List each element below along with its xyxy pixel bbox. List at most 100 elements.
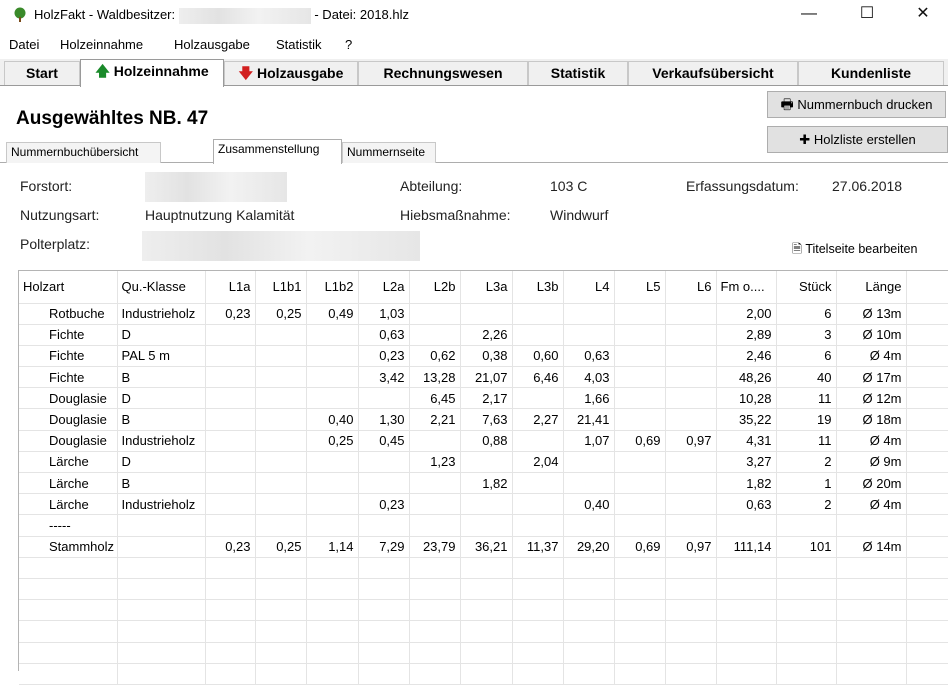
table-cell: 3 (776, 324, 837, 346)
table-cell: 0,62 (409, 345, 461, 368)
minimize-button[interactable]: — (786, 0, 832, 30)
abteilung-label: Abteilung: (400, 178, 463, 194)
table-row[interactable]: Douglasie Industrieholz 0,25 0,45 0,88 1,07 0,… (19, 430, 948, 452)
table-row[interactable] (19, 557, 948, 579)
table-cell: 3,27 (716, 451, 777, 474)
col-stueck[interactable]: Stück (776, 271, 837, 304)
table-cell (409, 472, 461, 495)
redacted-polterplatz (142, 231, 420, 261)
table-row[interactable] (19, 578, 948, 601)
table-cell (306, 620, 359, 643)
table-cell: 29,20 (563, 536, 615, 558)
table-cell (205, 557, 256, 579)
table-cell: 0,63 (358, 324, 410, 346)
table-row[interactable] (19, 642, 948, 664)
tab-verkaufsuebersicht[interactable]: Verkaufsübersicht (628, 61, 798, 85)
tab-holzeinnahme[interactable]: 🡅 Holzeinnahme (80, 59, 224, 87)
table-cell (614, 493, 666, 516)
tab-nummernbuchuebersicht[interactable]: Nummernbuchübersicht (6, 142, 161, 163)
table-cell: 13,28 (409, 366, 461, 389)
table-cell (512, 642, 564, 664)
table-cell (836, 514, 907, 537)
col-quklasse[interactable]: Qu.-Klasse (117, 271, 206, 304)
table-row[interactable]: Fichte B 3,42 13,28 21,07 6,46 4,03 48,26 40 Ø 17… (19, 366, 948, 389)
menu-help[interactable]: ? (345, 37, 352, 52)
tab-holzausgabe[interactable]: 🡇 Holzausgabe (224, 61, 358, 85)
table-cell (205, 578, 256, 601)
table-cell (205, 493, 256, 516)
table-cell (665, 366, 717, 389)
table-cell: Fichte (19, 324, 118, 346)
table-cell: B (117, 472, 206, 495)
table-cell: 0,25 (255, 536, 307, 558)
menu-holzeinnahme[interactable]: Holzeinnahme (60, 37, 143, 52)
table-cell (563, 599, 615, 622)
table-cell (512, 472, 564, 495)
table-cell (358, 642, 410, 664)
summary-grid[interactable]: Holzart Qu.-Klasse L1a L1b1 L1b2 L2a L2b… (18, 270, 948, 685)
col-l1b2[interactable]: L1b2 (306, 271, 359, 304)
table-row[interactable]: Lärche Industrieholz 0,23 0,40 0,63 2 Ø 4m (19, 493, 948, 516)
tab-nummernseite[interactable]: Nummernseite (342, 142, 436, 163)
table-row[interactable]: Lärche D 1,23 2,04 3,27 2 Ø 9m (19, 451, 948, 474)
table-row[interactable]: Douglasie D 6,45 2,17 1,66 10,28 11 Ø 12m (19, 387, 948, 410)
table-cell (512, 620, 564, 643)
table-cell (665, 557, 717, 579)
table-row[interactable]: Stammholz 0,23 0,25 1,14 7,29 23,79 36,21 11,37… (19, 536, 948, 558)
tab-rechnungswesen[interactable]: Rechnungswesen (358, 61, 528, 85)
col-l4[interactable]: L4 (563, 271, 615, 304)
col-l1a[interactable]: L1a (205, 271, 256, 304)
table-row[interactable] (19, 599, 948, 622)
edit-titlepage-link[interactable]: 🗎 Titelseite bearbeiten (792, 240, 917, 261)
col-l6[interactable]: L6 (665, 271, 717, 304)
menu-datei[interactable]: Datei (9, 37, 39, 52)
table-cell: 1,23 (409, 451, 461, 474)
table-cell: 0,23 (205, 303, 256, 325)
table-cell: 0,69 (614, 536, 666, 558)
maximize-button[interactable]: ☐ (844, 0, 890, 30)
menu-statistik[interactable]: Statistik (276, 37, 322, 52)
table-cell: Ø 4m (836, 430, 907, 452)
table-cell: Douglasie (19, 430, 118, 452)
print-numberbook-button[interactable]: 🖶 Nummernbuch drucken (767, 91, 946, 118)
table-cell: Ø 13m (836, 303, 907, 325)
table-cell (614, 620, 666, 643)
table-cell (906, 642, 948, 664)
table-row[interactable]: Fichte D 0,63 2,26 2,89 3 Ø 10m (19, 324, 948, 346)
table-cell (255, 366, 307, 389)
table-cell: 35,22 (716, 408, 777, 431)
table-row[interactable] (19, 620, 948, 643)
col-fm[interactable]: Fm o.... (716, 271, 777, 304)
table-row[interactable]: Lärche B 1,82 1,82 1 Ø 20m (19, 472, 948, 495)
table-cell (906, 345, 948, 368)
table-cell: 2 (776, 451, 837, 474)
menu-holzausgabe[interactable]: Holzausgabe (174, 37, 250, 52)
table-cell (512, 303, 564, 325)
col-l2b[interactable]: L2b (409, 271, 461, 304)
col-holzart[interactable]: Holzart (19, 271, 118, 304)
table-cell (409, 430, 461, 452)
table-row[interactable]: Rotbuche Industrieholz 0,23 0,25 0,49 1,03 2,0… (19, 303, 948, 325)
table-cell: Fichte (19, 345, 118, 368)
col-l3a[interactable]: L3a (460, 271, 513, 304)
col-l3b[interactable]: L3b (512, 271, 564, 304)
table-row[interactable]: Douglasie B 0,40 1,30 2,21 7,63 2,27 21,41 35,22… (19, 408, 948, 431)
col-l2a[interactable]: L2a (358, 271, 410, 304)
col-laenge[interactable]: Länge (836, 271, 907, 304)
col-l5[interactable]: L5 (614, 271, 666, 304)
tab-start[interactable]: Start (4, 61, 80, 85)
tab-statistik[interactable]: Statistik (528, 61, 628, 85)
table-cell (614, 599, 666, 622)
table-row[interactable]: Fichte PAL 5 m 0,23 0,62 0,38 0,60 0,63 2,46 6 Ø … (19, 345, 948, 368)
close-button[interactable]: ✕ (900, 0, 946, 30)
table-cell: 6 (776, 345, 837, 368)
table-cell (836, 557, 907, 579)
tab-zusammenstellung[interactable]: Zusammenstellung (213, 139, 342, 164)
table-row[interactable] (19, 663, 948, 685)
table-cell (205, 472, 256, 495)
col-l1b1[interactable]: L1b1 (255, 271, 307, 304)
table-cell (409, 620, 461, 643)
table-cell (306, 514, 359, 537)
table-row[interactable]: ----- (19, 514, 948, 537)
tab-kundenliste[interactable]: Kundenliste (798, 61, 944, 85)
